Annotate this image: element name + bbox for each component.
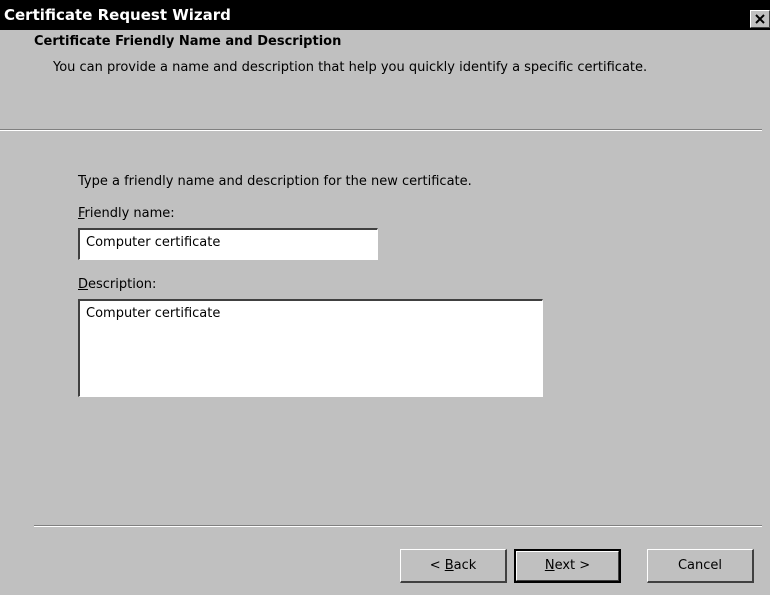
cancel-button[interactable]: Cancel [647, 549, 754, 583]
next-button-face: Next > [516, 551, 619, 581]
friendly-name-label-text: riendly name: [84, 206, 175, 221]
instruction-text: Type a friendly name and description for… [78, 174, 472, 189]
description-field[interactable]: Computer certificate [78, 299, 543, 397]
next-button[interactable]: Next > [514, 549, 621, 583]
friendly-name-label: Friendly name: [78, 206, 175, 221]
header-divider [0, 129, 762, 131]
close-button[interactable] [750, 10, 770, 28]
back-button[interactable]: < Back [400, 549, 507, 583]
page-description: You can provide a name and description t… [53, 60, 648, 75]
footer-divider [34, 525, 762, 527]
cancel-button-label: Cancel [677, 558, 723, 573]
back-button-label: ack [453, 558, 477, 573]
description-mnemonic: D [78, 277, 89, 292]
next-button-mnemonic: N [544, 558, 555, 573]
friendly-name-value: Computer certificate [86, 235, 221, 250]
close-icon [755, 14, 765, 24]
next-button-label: ext > [554, 558, 591, 573]
description-value: Computer certificate [86, 306, 221, 321]
back-button-prefix: < [429, 558, 445, 573]
page-title: Certificate Friendly Name and Descriptio… [34, 34, 342, 49]
description-label-text: escription: [88, 277, 157, 292]
window-title: Certificate Request Wizard [4, 6, 231, 24]
title-bar[interactable]: Certificate Request Wizard [0, 0, 770, 30]
back-button-mnemonic: B [444, 558, 454, 573]
description-label: Description: [78, 277, 156, 292]
friendly-name-field[interactable]: Computer certificate [78, 228, 378, 260]
